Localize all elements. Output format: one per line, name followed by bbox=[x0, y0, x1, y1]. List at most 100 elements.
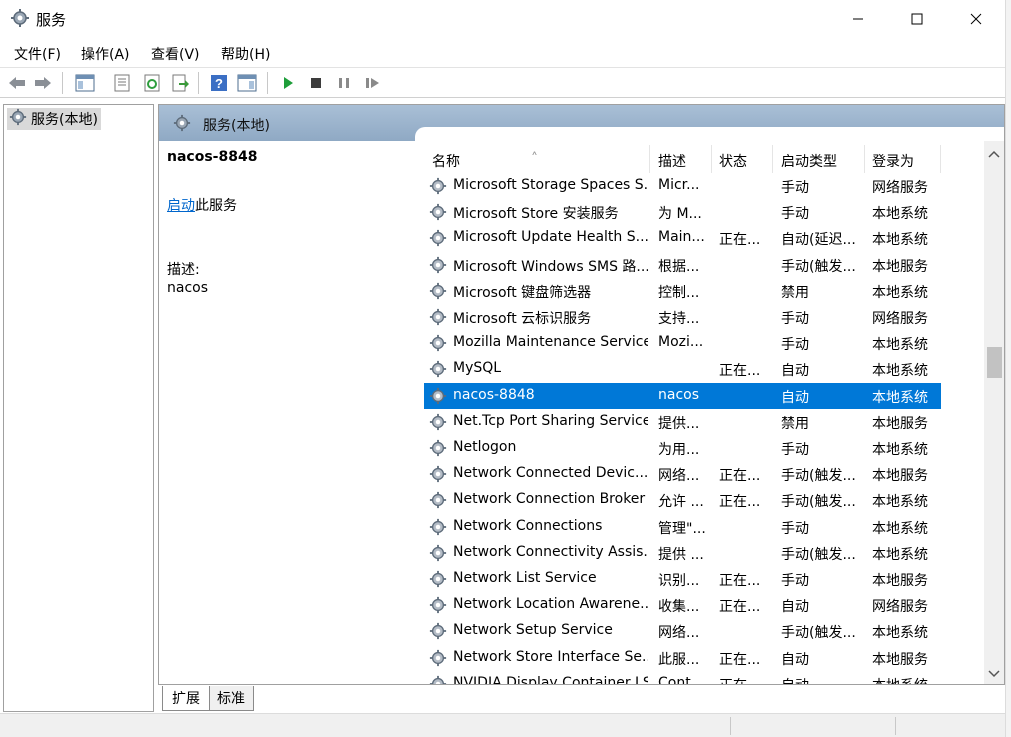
service-row[interactable]: Net.Tcp Port Sharing Service 提供... 禁用 本地服务 bbox=[424, 409, 941, 435]
service-description: Main... bbox=[658, 229, 705, 246]
maximize-button[interactable] bbox=[888, 0, 946, 38]
forward-arrow-icon[interactable] bbox=[32, 72, 54, 94]
service-row[interactable]: Microsoft Windows SMS 路... 根据... 手动(触发... 本… bbox=[424, 252, 941, 278]
service-log-on-as: 本地系统 bbox=[872, 520, 928, 537]
column-name[interactable]: 名称 bbox=[432, 151, 460, 171]
back-arrow-icon[interactable] bbox=[6, 72, 28, 94]
service-row[interactable]: nacos-8848 nacos 自动 本地系统 bbox=[424, 382, 941, 409]
stop-service-icon[interactable] bbox=[305, 72, 327, 94]
service-startup-type: 手动(触发... bbox=[781, 258, 856, 275]
service-description: 识别... bbox=[658, 573, 700, 589]
chevron-down-icon[interactable] bbox=[988, 667, 1000, 683]
status-bar bbox=[0, 713, 1011, 737]
export-list-icon[interactable] bbox=[169, 72, 191, 94]
tab-extended[interactable]: 扩展 bbox=[162, 686, 210, 711]
services-list: ˄ 名称 描述 状态 启动类型 登录为 Microsoft Storage Sp… bbox=[424, 141, 984, 685]
service-row[interactable]: Mozilla Maintenance Service Mozi... 手动 本地系统 bbox=[424, 330, 941, 356]
service-name: Network Connectivity Assis... bbox=[453, 543, 648, 560]
service-row[interactable]: Network Connectivity Assis... 提供 ... 手动(触发… bbox=[424, 540, 941, 566]
menu-file[interactable]: 文件(F) bbox=[14, 44, 61, 64]
pane-header-title: 服务(本地) bbox=[203, 118, 270, 134]
service-startup-type: 手动 bbox=[781, 311, 809, 327]
start-service-link[interactable]: 启动 bbox=[167, 198, 195, 214]
show-console-tree-icon[interactable] bbox=[74, 72, 96, 94]
service-description: 为 M... bbox=[658, 206, 702, 223]
service-name: Microsoft 键盘筛选器 bbox=[453, 284, 592, 301]
service-name: NVIDIA Display Container LS bbox=[453, 674, 648, 685]
service-gear-icon bbox=[429, 334, 447, 352]
console-tree: 服务(本地) bbox=[3, 104, 154, 712]
service-status: 正在... bbox=[719, 468, 761, 485]
minimize-button[interactable] bbox=[829, 0, 887, 38]
service-name: Microsoft Windows SMS 路... bbox=[453, 258, 648, 275]
service-startup-type: 手动 bbox=[781, 520, 809, 537]
title-bar: 服务 bbox=[0, 0, 1011, 38]
help-icon[interactable]: ? bbox=[208, 72, 230, 94]
service-description: Micr... bbox=[658, 177, 700, 193]
service-action-suffix: 此服务 bbox=[195, 198, 237, 214]
menu-help[interactable]: 帮助(H) bbox=[221, 44, 270, 64]
menu-view[interactable]: 查看(V) bbox=[151, 44, 200, 64]
column-description[interactable]: 描述 bbox=[658, 151, 686, 171]
service-gear-icon bbox=[429, 465, 447, 483]
vertical-scrollbar[interactable] bbox=[984, 141, 1004, 684]
service-row[interactable]: Network Connected Devic... 网络... 正在... 手动(触… bbox=[424, 461, 941, 487]
start-service-icon[interactable] bbox=[277, 72, 299, 94]
column-log-on-as[interactable]: 登录为 bbox=[872, 151, 914, 171]
service-gear-icon bbox=[429, 256, 447, 274]
service-gear-icon bbox=[429, 203, 447, 221]
service-name: MySQL bbox=[453, 360, 502, 377]
tab-standard[interactable]: 标准 bbox=[208, 686, 254, 711]
description-value: nacos bbox=[167, 280, 209, 296]
pause-service-icon[interactable] bbox=[333, 72, 355, 94]
service-row[interactable]: Microsoft Storage Spaces S... Micr... 手动 网络… bbox=[424, 173, 941, 199]
services-pane: 服务(本地) nacos-8848 启动此服务 描述: nacos ˄ 名称 描… bbox=[158, 104, 1005, 685]
service-row[interactable]: Netlogon 为用... 手动 本地系统 bbox=[424, 435, 941, 461]
service-row[interactable]: Network Connection Broker 允许 ... 正在... 手动(触… bbox=[424, 487, 941, 513]
close-button[interactable] bbox=[947, 0, 1005, 38]
service-row[interactable]: Network Connections 管理"... 手动 本地系统 bbox=[424, 514, 941, 540]
service-log-on-as: 本地系统 bbox=[872, 389, 928, 406]
properties-icon[interactable] bbox=[111, 72, 133, 94]
service-gear-icon bbox=[429, 675, 447, 684]
show-hide-action-pane-icon[interactable] bbox=[236, 72, 258, 94]
service-log-on-as: 本地系统 bbox=[872, 675, 938, 684]
service-log-on-as: 本地服务 bbox=[872, 573, 928, 589]
tree-item-services-local[interactable]: 服务(本地) bbox=[7, 108, 101, 130]
service-row[interactable]: Microsoft Update Health S... Main... 正在...… bbox=[424, 225, 941, 251]
service-row[interactable]: Network Location Awarene... 收集... 正在... 自动 网… bbox=[424, 592, 941, 618]
service-startup-type: 手动 bbox=[781, 573, 809, 589]
column-status[interactable]: 状态 bbox=[719, 151, 747, 171]
service-row[interactable]: Network Setup Service 网络... 手动(触发... 本地系统 bbox=[424, 618, 941, 644]
service-name: Network Location Awarene... bbox=[453, 596, 648, 613]
service-description: 允许 ... bbox=[658, 494, 704, 511]
menu-bar: 文件(F) 操作(A) 查看(V) 帮助(H) bbox=[0, 40, 1011, 66]
menu-action[interactable]: 操作(A) bbox=[81, 44, 130, 64]
service-startup-type: 自动 bbox=[781, 389, 809, 406]
service-name: Network List Service bbox=[453, 570, 597, 586]
service-description: 网络... bbox=[658, 625, 700, 642]
service-name: Network Store Interface Se... bbox=[453, 648, 648, 665]
service-log-on-as: 网络服务 bbox=[872, 311, 928, 327]
service-status: 正在... bbox=[719, 494, 761, 511]
service-row[interactable]: Network List Service 识别... 正在... 手动 本地服务 bbox=[424, 566, 941, 592]
service-gear-icon bbox=[429, 649, 447, 667]
scrollbar-thumb[interactable] bbox=[987, 347, 1002, 378]
service-row[interactable]: NVIDIA Display Container LS Cont... 正在... 自… bbox=[424, 671, 941, 685]
service-description: 为用... bbox=[658, 442, 700, 458]
service-row[interactable]: MySQL 正在... 自动 本地系统 bbox=[424, 356, 941, 382]
column-startup-type[interactable]: 启动类型 bbox=[781, 151, 837, 171]
refresh-icon[interactable] bbox=[141, 72, 163, 94]
sort-indicator-icon: ˄ bbox=[531, 151, 538, 167]
restart-service-icon[interactable] bbox=[362, 72, 384, 94]
service-description: Mozi... bbox=[658, 334, 704, 351]
service-row[interactable]: Microsoft 云标识服务 支持... 手动 网络服务 bbox=[424, 304, 941, 330]
service-row[interactable]: Network Store Interface Se... 此服... 正在... 自… bbox=[424, 645, 941, 671]
service-description: 此服... bbox=[658, 651, 700, 668]
gear-icon bbox=[173, 114, 191, 136]
service-name: Microsoft Update Health S... bbox=[453, 229, 648, 246]
service-name: Mozilla Maintenance Service bbox=[453, 334, 648, 351]
service-row[interactable]: Microsoft Store 安装服务 为 M... 手动 本地系统 bbox=[424, 199, 941, 225]
chevron-up-icon[interactable] bbox=[988, 147, 1000, 163]
service-row[interactable]: Microsoft 键盘筛选器 控制... 禁用 本地系统 bbox=[424, 278, 941, 304]
